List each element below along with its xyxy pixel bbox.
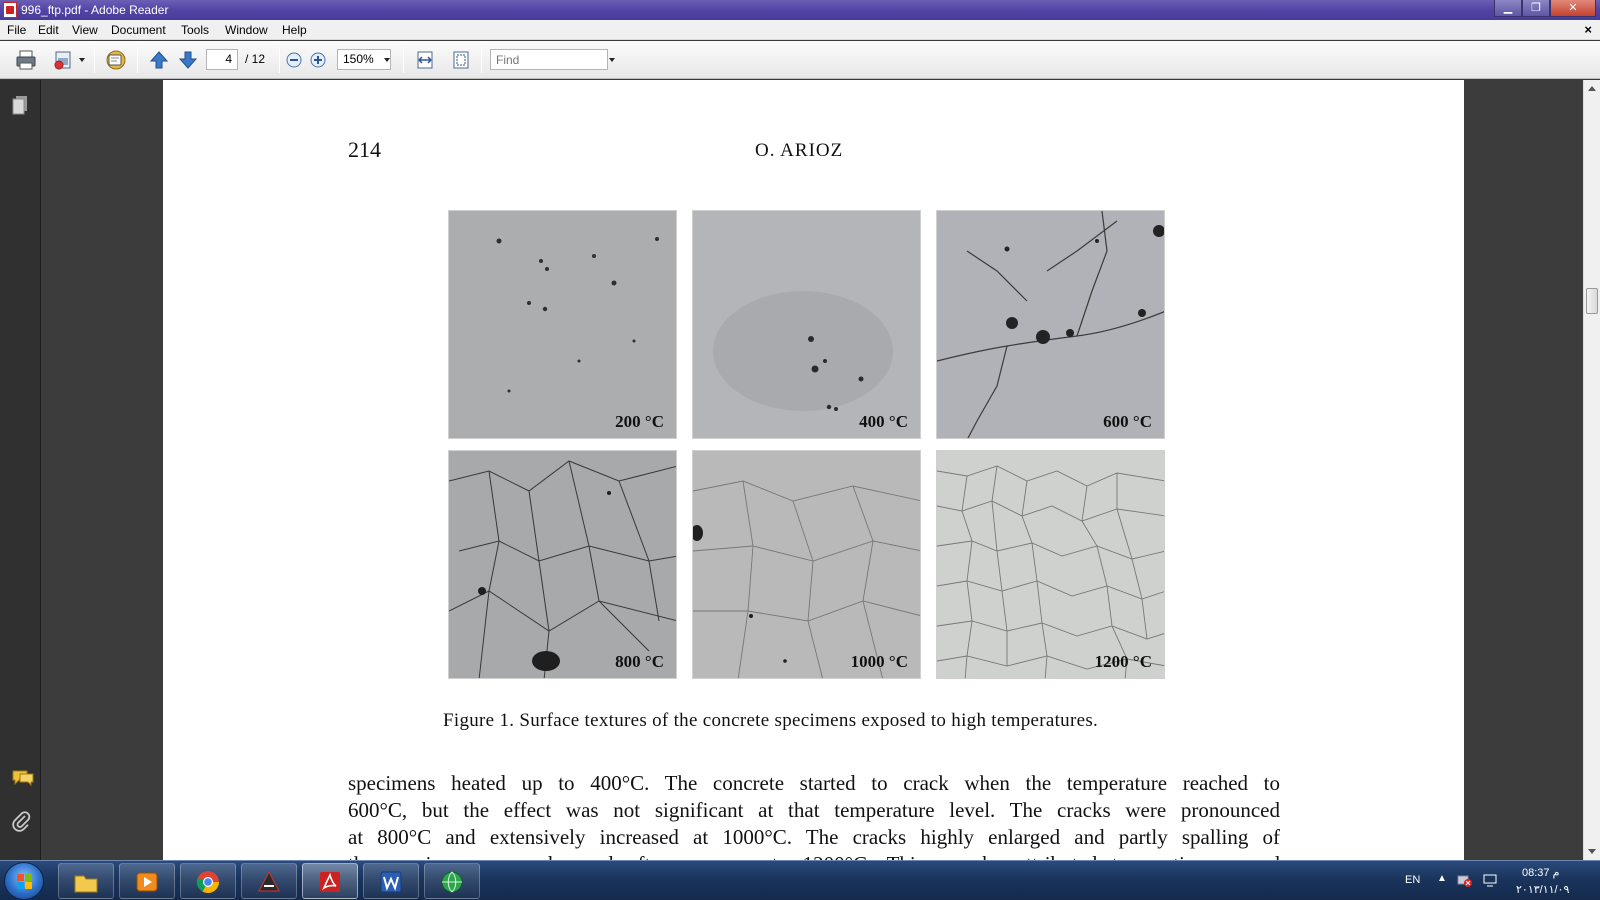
panel-label: 800 °C <box>615 652 664 671</box>
menu-window[interactable]: Window <box>225 23 268 37</box>
toolbar-separator <box>94 47 95 73</box>
concrete-texture-image <box>937 211 1164 438</box>
media-player-icon <box>136 872 158 892</box>
page-number-input[interactable]: 4 <box>206 49 238 70</box>
figure-caption: Figure 1. Surface textures of the concre… <box>443 710 1099 731</box>
show-hidden-icons-icon[interactable]: ▲ <box>1437 873 1447 900</box>
minimize-button[interactable]: ▁ <box>1494 0 1522 17</box>
figure-panel-400: 400 °C <box>692 210 921 439</box>
menu-file[interactable]: File <box>7 23 26 37</box>
previous-page-icon[interactable] <box>148 49 170 71</box>
toolbar-separator <box>403 47 404 73</box>
start-button[interactable] <box>4 862 44 900</box>
windows-logo-icon <box>17 874 32 889</box>
globe-icon <box>441 871 463 893</box>
navigation-panel <box>0 80 41 860</box>
adobe-reader-icon <box>320 872 340 892</box>
taskbar-media-player[interactable] <box>119 863 175 899</box>
taskbar: EN ▲ 08:37 م ٢٠١٣/١١/٠٩ <box>0 860 1600 900</box>
page-total: / 12 <box>245 52 266 66</box>
concrete-texture-image <box>449 451 676 678</box>
scrollbar-thumb[interactable] <box>1586 288 1598 314</box>
panel-label: 600 °C <box>1103 412 1152 431</box>
menu-view[interactable]: View <box>72 23 98 37</box>
toolbar-separator <box>481 47 482 73</box>
body-line: specimens heated up to 400°C. The concre… <box>348 771 1280 795</box>
fit-width-icon[interactable] <box>414 49 436 71</box>
scroll-down-icon[interactable] <box>1588 849 1596 854</box>
close-button[interactable]: ✕ <box>1550 0 1596 17</box>
menu-help[interactable]: Help <box>282 23 307 37</box>
menu-edit[interactable]: Edit <box>38 23 59 37</box>
taskbar-word[interactable] <box>363 863 419 899</box>
language-indicator[interactable]: EN <box>1405 874 1420 900</box>
taskbar-globe-app[interactable] <box>424 863 480 899</box>
concrete-texture-image <box>693 451 920 678</box>
vertical-scrollbar[interactable] <box>1583 80 1600 860</box>
pages-icon[interactable] <box>11 94 31 115</box>
window-title: 996_ftp.pdf - Adobe Reader <box>21 3 169 17</box>
toolbar: 4 / 12 150% <box>0 41 1600 79</box>
adobe-reader-icon <box>3 2 17 18</box>
figure-panel-1200: 1200 °C <box>936 450 1165 679</box>
document-close-button[interactable]: × <box>1584 22 1592 37</box>
window-controls: ▁ ❐ ✕ <box>1494 0 1596 18</box>
concrete-texture-image <box>449 211 676 438</box>
menu-tools[interactable]: Tools <box>181 23 209 37</box>
maximize-button[interactable]: ❐ <box>1522 0 1550 17</box>
document-view[interactable]: 214 O. ARIOZ 200 °C 400 °C 600 °C 800 °C… <box>41 80 1583 860</box>
menu-bar: File Edit View Document Tools Window Hel… <box>0 20 1600 40</box>
clock-date[interactable]: ٢٠١٣/١١/٠٩ <box>1516 883 1569 900</box>
body-line: at 800°C and extensively increased at 10… <box>348 825 1280 849</box>
attachment-icon[interactable] <box>11 810 31 832</box>
menu-document[interactable]: Document <box>111 23 166 37</box>
taskbar-chrome[interactable] <box>180 863 236 899</box>
panel-label: 200 °C <box>615 412 664 431</box>
panel-label: 1000 °C <box>850 652 908 671</box>
figure-panel-600: 600 °C <box>936 210 1165 439</box>
email-print-icon[interactable] <box>52 49 74 71</box>
pdf-page: 214 O. ARIOZ 200 °C 400 °C 600 °C 800 °C… <box>163 80 1464 860</box>
chevron-down-icon[interactable] <box>609 58 615 62</box>
figure-panel-1000: 1000 °C <box>692 450 921 679</box>
body-paragraph: specimens heated up to 400°C. The concre… <box>348 770 1280 860</box>
find-input[interactable] <box>490 49 608 70</box>
figure-panel-200: 200 °C <box>448 210 677 439</box>
next-page-icon[interactable] <box>177 49 199 71</box>
zoom-in-icon[interactable] <box>309 49 327 71</box>
concrete-texture-image <box>693 211 920 438</box>
taskbar-adobe-reader[interactable] <box>302 863 358 899</box>
panel-label: 1200 °C <box>1094 652 1152 671</box>
comments-icon[interactable] <box>11 768 34 788</box>
zoom-level-select[interactable]: 150% <box>337 49 391 70</box>
chevron-down-icon[interactable] <box>384 58 390 62</box>
running-head: O. ARIOZ <box>755 140 844 161</box>
taskbar-explorer[interactable] <box>58 863 114 899</box>
collaborate-icon[interactable] <box>104 49 126 71</box>
folder-icon <box>74 875 98 893</box>
body-line: 600°C, but the effect was not significan… <box>348 798 1280 822</box>
autocad-icon <box>258 870 280 892</box>
print-icon[interactable] <box>15 49 37 71</box>
toolbar-separator <box>279 47 280 73</box>
body-line: the specimens was observed after exposur… <box>348 851 1280 860</box>
title-bar: 996_ftp.pdf - Adobe Reader ▁ ❐ ✕ <box>0 0 1600 20</box>
taskbar-autocad[interactable] <box>241 863 297 899</box>
zoom-out-icon[interactable] <box>285 49 303 71</box>
action-center-icon[interactable] <box>1482 872 1498 888</box>
word-icon <box>380 871 402 893</box>
figure-panel-800: 800 °C <box>448 450 677 679</box>
panel-label: 400 °C <box>859 412 908 431</box>
chrome-icon <box>196 871 219 893</box>
chevron-down-icon[interactable] <box>79 58 85 62</box>
toolbar-separator <box>137 47 138 73</box>
fit-page-icon[interactable] <box>450 49 472 71</box>
network-icon[interactable] <box>1456 872 1472 888</box>
concrete-texture-image <box>937 451 1164 678</box>
page-number: 214 <box>348 137 381 162</box>
scroll-up-icon[interactable] <box>1588 86 1596 91</box>
